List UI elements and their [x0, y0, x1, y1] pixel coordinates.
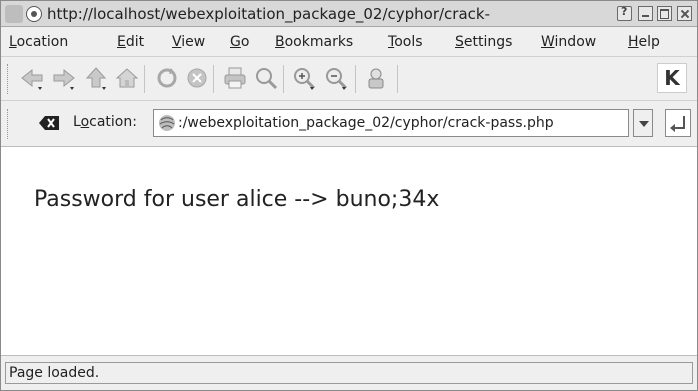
toolbar-separator	[355, 65, 356, 93]
menu-tools[interactable]: Tools	[388, 27, 423, 57]
location-toolbar: Location: :/webexploitation_package_02/c…	[1, 101, 697, 147]
browser-window: http://localhost/webexploitation_package…	[0, 0, 698, 391]
forward-icon[interactable]	[51, 65, 77, 91]
site-favicon-icon	[158, 114, 176, 132]
home-icon[interactable]	[114, 65, 140, 91]
go-button[interactable]	[665, 109, 691, 137]
find-icon[interactable]	[253, 65, 279, 91]
title-bar: http://localhost/webexploitation_package…	[1, 1, 697, 27]
konqueror-app-icon[interactable]	[5, 5, 23, 23]
toolbar-separator	[283, 65, 284, 93]
menu-settings-label: ettings	[463, 34, 513, 50]
location-label-accel: o	[80, 114, 90, 130]
menu-go-label: o	[240, 34, 250, 50]
stop-icon[interactable]	[184, 65, 210, 91]
zoom-out-icon[interactable]	[323, 65, 349, 91]
security-icon[interactable]	[363, 65, 389, 91]
kde-logo-icon[interactable]: K	[657, 63, 687, 93]
help-button[interactable]	[617, 5, 632, 21]
menu-location[interactable]: Location	[9, 27, 68, 57]
window-title: http://localhost/webexploitation_package…	[47, 5, 491, 23]
toolbar-separator	[213, 65, 214, 93]
url-input[interactable]: :/webexploitation_package_02/cyphor/crac…	[153, 109, 629, 137]
main-toolbar: K	[1, 57, 697, 101]
menu-edit-accel: E	[117, 34, 126, 50]
page-content: Password for user alice --> buno;34x	[1, 147, 697, 355]
menu-settings-accel: S	[455, 34, 464, 50]
maximize-button[interactable]	[657, 6, 672, 21]
location-grip[interactable]	[7, 109, 10, 139]
menu-window-accel: W	[541, 34, 555, 50]
menu-view[interactable]: View	[172, 27, 205, 57]
menu-settings[interactable]: Settings	[455, 27, 512, 57]
menu-edit-label: dit	[125, 34, 145, 50]
toolbar-separator	[397, 65, 398, 93]
menu-window[interactable]: Window	[541, 27, 596, 57]
menu-help-label: elp	[638, 34, 660, 50]
location-label-prefix: L	[73, 114, 81, 130]
menu-go[interactable]: Go	[230, 27, 249, 57]
print-icon[interactable]	[222, 65, 248, 91]
menu-bar: Location Edit View Go Bookmarks Tools Se…	[1, 27, 697, 57]
clear-location-icon[interactable]	[39, 115, 59, 130]
page-message: Password for user alice --> buno;34x	[34, 187, 440, 212]
menu-location-label: ocation	[16, 34, 69, 50]
url-text[interactable]: :/webexploitation_package_02/cyphor/crac…	[178, 110, 628, 136]
menu-tools-label: ools	[394, 34, 423, 50]
menu-bookmarks-label: ookmarks	[284, 34, 354, 50]
status-text: Page loaded.	[9, 365, 100, 381]
close-button[interactable]	[677, 6, 692, 21]
menu-bookmarks[interactable]: Bookmarks	[275, 27, 353, 57]
menu-help[interactable]: Help	[628, 27, 660, 57]
back-icon[interactable]	[19, 65, 45, 91]
minimize-button[interactable]	[638, 6, 653, 21]
toolbar-separator	[144, 65, 145, 93]
status-field: Page loaded.	[5, 362, 693, 384]
status-bar: Page loaded.	[1, 355, 697, 390]
menu-view-label: iew	[181, 34, 206, 50]
menu-go-accel: G	[230, 34, 241, 50]
toolbar-grip[interactable]	[7, 64, 10, 94]
reload-icon[interactable]	[154, 65, 180, 91]
zoom-in-icon[interactable]	[291, 65, 317, 91]
window-menu-icon[interactable]	[26, 6, 42, 22]
location-label: Location:	[73, 113, 137, 131]
menu-help-accel: H	[628, 34, 639, 50]
menu-location-accel: L	[9, 34, 17, 50]
menu-bookmarks-accel: B	[275, 34, 285, 50]
url-dropdown-button[interactable]	[633, 109, 653, 137]
up-icon[interactable]	[83, 65, 109, 91]
menu-edit[interactable]: Edit	[117, 27, 144, 57]
location-label-rest: cation:	[89, 114, 137, 130]
menu-view-accel: V	[172, 34, 182, 50]
menu-window-label: indow	[554, 34, 597, 50]
